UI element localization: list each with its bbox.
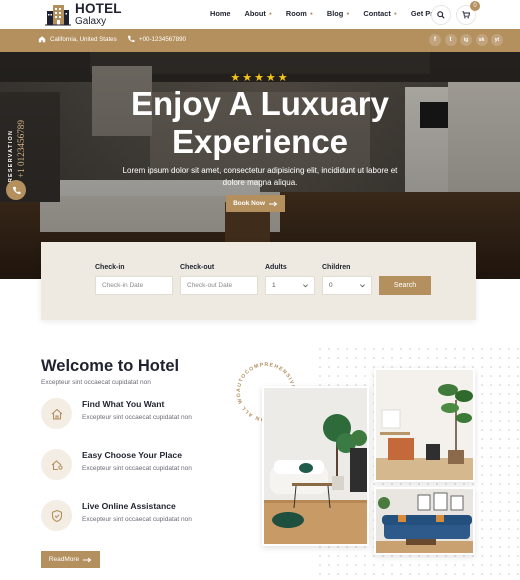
read-more-label: ReadMore bbox=[48, 556, 80, 563]
adults-value: 1 bbox=[272, 282, 276, 289]
checkout-label: Check-out bbox=[180, 264, 215, 271]
read-more-button[interactable]: ReadMore bbox=[41, 551, 100, 568]
reservation-sidebar: RESERVATION +1 0123456789 bbox=[6, 108, 26, 228]
chevron-down-icon bbox=[303, 284, 308, 288]
skype-icon[interactable]: sk bbox=[475, 34, 488, 46]
cart-icon bbox=[462, 11, 470, 19]
hero-title: Enjoy A Luxuary Experience bbox=[0, 85, 520, 161]
home-icon bbox=[38, 36, 46, 43]
welcome-title: Welcome to Hotel bbox=[41, 357, 180, 375]
nav-blog[interactable]: Blog ● bbox=[327, 9, 349, 18]
dropdown-dot-icon: ● bbox=[393, 10, 397, 17]
brand-sub: Galaxy bbox=[75, 15, 107, 27]
reservation-label: RESERVATION bbox=[8, 129, 14, 183]
social-links: f t ig sk yt bbox=[426, 34, 503, 46]
house-icon bbox=[51, 408, 62, 420]
checkout-placeholder: Check-out Date bbox=[187, 282, 233, 289]
youtube-glyph: yt bbox=[494, 37, 500, 43]
hero-description: Lorem ipsum dolor sit amet, consectetur … bbox=[122, 166, 398, 187]
nav-about-label: About bbox=[244, 9, 266, 18]
facebook-icon[interactable]: f bbox=[429, 34, 441, 46]
cart-button[interactable]: 0 bbox=[456, 1, 480, 25]
plant-corner-photo bbox=[374, 368, 475, 482]
living-room-image bbox=[264, 388, 367, 544]
welcome-subtitle: Excepteur sint occaecat cupidatat non bbox=[41, 379, 151, 386]
rating-stars: ★★★★★ bbox=[230, 72, 290, 84]
search-rooms-button[interactable]: Search bbox=[379, 276, 431, 295]
youtube-icon[interactable]: yt bbox=[491, 34, 503, 46]
checkin-placeholder: Check-in Date bbox=[102, 282, 144, 289]
feature-title: Easy Choose Your Place bbox=[82, 450, 182, 460]
hero-title-line-2: Experience bbox=[171, 123, 349, 160]
main-nav: Home About ● Room ● Blog ● Contact ● Get Pro… bbox=[210, 9, 458, 18]
feature-icon-wrap bbox=[41, 449, 72, 480]
children-value: 0 bbox=[329, 282, 333, 289]
page: HOTEL Galaxy Home About ● Room ● Blog ● Con… bbox=[0, 0, 520, 580]
nav-contact-label: Contact bbox=[363, 9, 391, 18]
search-button[interactable] bbox=[431, 5, 451, 25]
facebook-glyph: f bbox=[434, 37, 436, 43]
feature-icon-wrap bbox=[41, 500, 72, 531]
nav-about[interactable]: About ● bbox=[245, 9, 272, 18]
feature-desc: Excepteur sint occaecat cupidatat non bbox=[82, 414, 192, 421]
phone-text: +00-1234567890 bbox=[139, 35, 186, 43]
checkout-date-input[interactable]: Check-out Date bbox=[180, 276, 258, 295]
arrow-right-icon bbox=[83, 557, 92, 562]
living-room-photo bbox=[262, 386, 369, 546]
feature-icon-wrap bbox=[41, 398, 72, 429]
cart-count-badge: 0 bbox=[470, 1, 480, 11]
children-label: Children bbox=[322, 264, 351, 271]
blue-sofa-image bbox=[376, 489, 473, 553]
location-home-icon bbox=[51, 459, 63, 470]
nav-home[interactable]: Home bbox=[210, 9, 231, 18]
phone-icon bbox=[12, 186, 21, 194]
nav-contact[interactable]: Contact ● bbox=[363, 9, 397, 18]
nav-room[interactable]: Room ● bbox=[286, 9, 313, 18]
nav-blog-label: Blog bbox=[326, 9, 344, 18]
location-info: California, United States bbox=[38, 35, 117, 43]
twitter-glyph: t bbox=[449, 37, 452, 43]
phone-info[interactable]: +00-1234567890 bbox=[127, 35, 186, 43]
search-icon bbox=[437, 11, 445, 19]
adults-label: Adults bbox=[265, 264, 287, 271]
instagram-icon[interactable]: ig bbox=[460, 34, 472, 46]
blue-sofa-photo bbox=[374, 487, 475, 555]
brand-name: HOTEL bbox=[75, 1, 122, 16]
booking-form: Check-in Check-in Date Check-out Check-o… bbox=[41, 242, 476, 320]
feature-title: Find What You Want bbox=[82, 399, 165, 409]
call-button[interactable] bbox=[6, 180, 26, 200]
hotel-building-icon bbox=[45, 5, 71, 26]
chevron-down-icon bbox=[360, 284, 365, 288]
phone-icon bbox=[127, 35, 135, 43]
book-now-button[interactable]: Book Now bbox=[226, 195, 285, 212]
site-header: HOTEL Galaxy Home About ● Room ● Blog ● Con… bbox=[0, 0, 520, 29]
dropdown-dot-icon: ● bbox=[268, 10, 272, 17]
checkin-date-input[interactable]: Check-in Date bbox=[95, 276, 173, 295]
feature-desc: Excepteur sint occaecat cupidatat non bbox=[82, 516, 192, 523]
location-text: California, United States bbox=[50, 35, 117, 43]
book-now-label: Book Now bbox=[233, 200, 265, 207]
nav-home-label: Home bbox=[210, 9, 231, 18]
shield-icon bbox=[51, 509, 62, 522]
instagram-glyph: ig bbox=[463, 37, 469, 43]
dropdown-dot-icon: ● bbox=[309, 10, 313, 17]
info-bar: California, United States +00-1234567890… bbox=[0, 29, 520, 52]
feature-title: Live Online Assistance bbox=[82, 501, 176, 511]
feature-desc: Excepteur sint occaecat cupidatat non bbox=[82, 465, 192, 472]
dropdown-dot-icon: ● bbox=[346, 10, 350, 17]
twitter-icon[interactable]: t bbox=[444, 34, 457, 46]
checkin-label: Check-in bbox=[95, 264, 125, 271]
plant-corner-image bbox=[376, 370, 473, 480]
arrow-right-icon bbox=[268, 201, 278, 206]
logo[interactable]: HOTEL Galaxy bbox=[44, 2, 122, 27]
skype-glyph: sk bbox=[478, 37, 485, 43]
nav-room-label: Room bbox=[285, 9, 307, 18]
adults-select[interactable]: 1 bbox=[265, 276, 315, 295]
hero-title-line-1: Enjoy A Luxuary bbox=[131, 85, 389, 122]
children-select[interactable]: 0 bbox=[322, 276, 372, 295]
search-label: Search bbox=[393, 282, 417, 289]
